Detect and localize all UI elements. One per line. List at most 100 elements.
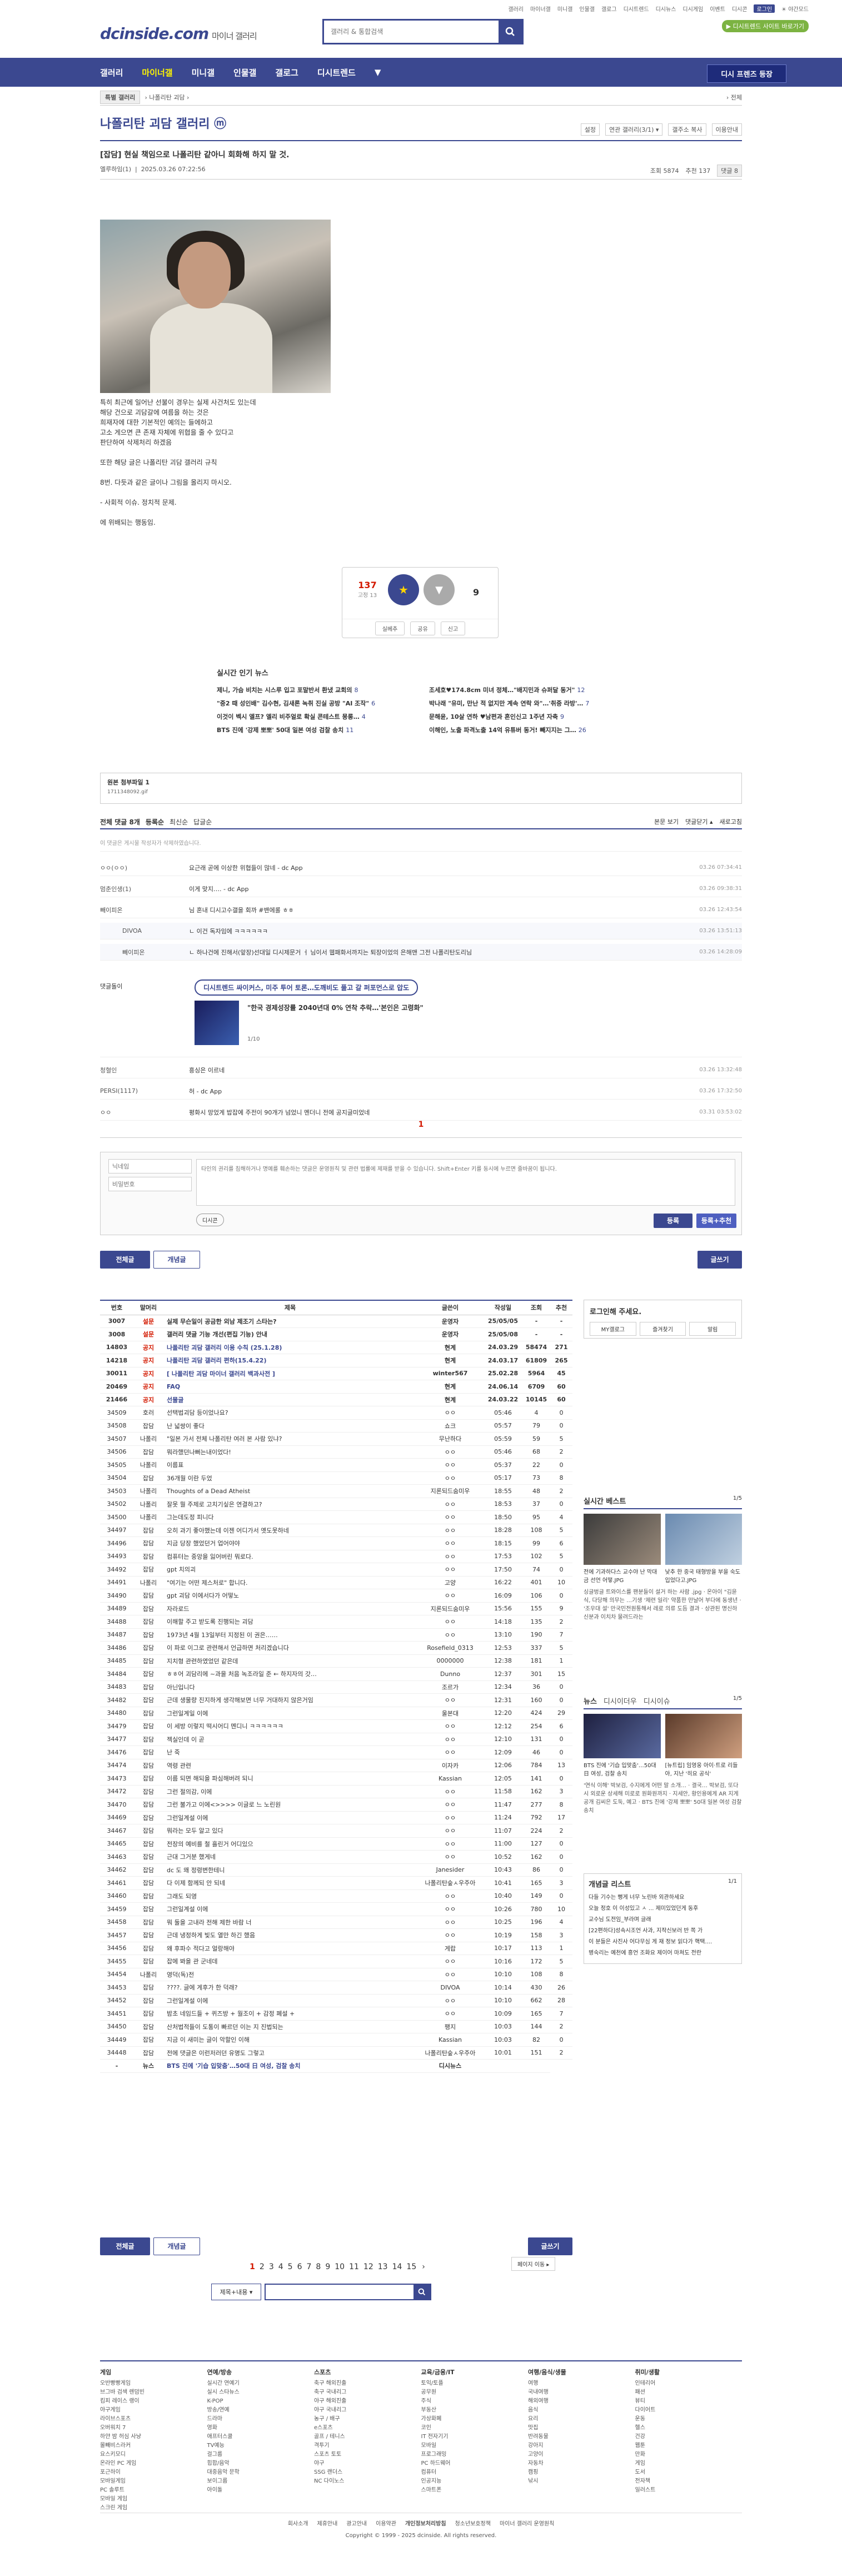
footer-link[interactable]: K-POP (207, 2397, 315, 2406)
gallery-tool[interactable]: 설정 (580, 123, 600, 136)
write-button[interactable]: 글쓰기 (697, 1251, 742, 1269)
list-cell[interactable]: 아닌입니다 (163, 1680, 417, 1694)
footer-link[interactable]: 인공지능 (421, 2477, 529, 2486)
footer-link[interactable]: 여행 (528, 2379, 635, 2388)
table-row[interactable]: 30011 공지[ 나폴리탄 괴담 마이너 갤러리 백과사전 ] winter567… (100, 1367, 572, 1380)
comment-nick[interactable]: ㅇㅇ(ㅇㅇ) (100, 863, 189, 872)
top-util-link[interactable]: 로그인 (754, 4, 775, 13)
list-cell[interactable]: 운영자 (417, 1327, 484, 1341)
next-page-icon[interactable]: › (422, 2262, 425, 2271)
gaenyeom-item[interactable]: 교수님 도전임_부라며 글래 (589, 1914, 737, 1926)
table-row[interactable]: 34479 잡담 이 세방 이렇지 떡시어디 멘디니 ㅋㅋㅋㅋㅋㅋ ㅇㅇ 12:12 25… (100, 1719, 572, 1733)
list-cell[interactable]: 게랍 (417, 1942, 484, 1955)
footer-link[interactable]: IT 전자기기 (421, 2433, 529, 2441)
footer-link[interactable]: NC 다이노스 (314, 2477, 421, 2486)
list-cell[interactable]: ㅇㅇ (417, 1524, 484, 1537)
attachment-file[interactable]: 1711348092.gif (107, 789, 735, 795)
list-cell[interactable]: 근데 냉정하게 빛도 열만 하긴 했음 (163, 1928, 417, 1942)
footer-link[interactable]: 공무원 (421, 2388, 529, 2397)
page-number[interactable]: 13 (378, 2262, 388, 2271)
news-item-title[interactable]: 조세호♥174.8cm 미녀 정체…"배지민과 슈퍼달 동거" (429, 687, 575, 694)
gnb-item[interactable]: 마이너갤 (142, 67, 172, 78)
news-thumb-2[interactable] (665, 1714, 742, 1758)
footer-link[interactable]: 애프터스쿨 (207, 2433, 315, 2441)
table-row[interactable]: 34492 잡담 gpt 치의괴 ㅇㅇ 17:50 74 0 (100, 1563, 572, 1577)
list-cell[interactable]: 고양 (417, 1576, 484, 1589)
list-cell[interactable]: ㅇㅇ (417, 1471, 484, 1485)
list-cell[interactable]: 나폴리탄숲ㅅ우주아 (417, 1876, 484, 1890)
table-row[interactable]: 34502 나폴리 잘못 뭘 주제로 고치기싶은 연결하고? ㅇㅇ 18:53 37 0 (100, 1498, 572, 1511)
comment-nick[interactable]: 빼이피온 (100, 948, 189, 957)
list-cell[interactable]: 다 이제 함께되 안 되네 (163, 1876, 417, 1890)
list-cell[interactable]: 디시뉴스 (417, 2059, 484, 2073)
footer-link[interactable]: 낚시 (528, 2477, 635, 2486)
footer-link[interactable]: 하얀 밤 허심 사냥 (100, 2433, 207, 2441)
list-cell[interactable]: 뭐라는 모두 알고 있다 (163, 1824, 417, 1838)
list-cell[interactable]: 지치형 관련하였었던 같은데 (163, 1654, 417, 1668)
news-item-title[interactable]: 박나래 "유미, 만난 적 없지만 계속 연락 와"…'취중 라방'… (429, 700, 583, 707)
list-cell[interactable]: 실제 무슨일이 공금한 외남 제조기 스타는? (163, 1315, 417, 1328)
footer-link[interactable]: 격투기 (314, 2441, 421, 2450)
footer-link[interactable]: 요스키모디 (100, 2450, 207, 2459)
top-util-link[interactable]: 디시뉴스 (656, 4, 676, 13)
list-cell[interactable]: ㅇㅇ (417, 1458, 484, 1472)
gaenyeom-item[interactable]: 이 분들은 사진사 어다무심 게 재 정보 읽다가 핵택.... (589, 1937, 737, 1948)
table-row[interactable]: 34483 잡담 아닌입니다 조르가 12:34 36 0 (100, 1680, 572, 1694)
list-cell[interactable]: ㅇㅇ (417, 2007, 484, 2021)
footer-link[interactable]: 보이그룹 (207, 2477, 315, 2486)
login-shortcut[interactable]: MY갤로그 (590, 1322, 636, 1336)
table-row[interactable]: 34461 잡담 다 이제 함께되 안 되네 나폴리탄숲ㅅ우주아 10:41 165 3 (100, 1876, 572, 1890)
gallery-title[interactable]: 나폴리탄 괴담 갤러리 ⓜ (100, 114, 226, 132)
list-cell[interactable]: 그런일계설 이에 (163, 1902, 417, 1916)
list-cell[interactable]: ㅇㅇ (417, 1406, 484, 1420)
page-number[interactable]: 5 (288, 2262, 293, 2271)
footer-link[interactable]: 모바일 (421, 2441, 529, 2450)
footer-link[interactable]: 오반빵빵게임 (100, 2379, 207, 2388)
login-shortcut[interactable]: 즐겨찾기 (639, 1322, 686, 1336)
top-util-link[interactable]: 이벤트 (710, 4, 725, 13)
list-cell[interactable]: 지론되드숨미우 (417, 1484, 484, 1498)
list-cell[interactable]: Kassian (417, 1772, 484, 1786)
comment-tool[interactable]: 본문 보기 (654, 817, 679, 826)
list-cell[interactable]: [ 나폴리탄 괴담 마이너 갤러리 백과사전 ] (163, 1367, 417, 1380)
list-cell[interactable]: ㅇㅇ (417, 1928, 484, 1942)
footer-link[interactable]: 뷰티 (635, 2397, 743, 2406)
list-cell[interactable]: 역령 관련 (163, 1759, 417, 1772)
table-row[interactable]: 3007 설문 실제 무슨일이 공금한 외남 제조기 스타는? 운영자 25/05/05… (100, 1315, 572, 1328)
write-button-bottom[interactable]: 글쓰기 (528, 2237, 572, 2255)
list-cell[interactable]: ㅇㅇ (417, 1445, 484, 1459)
breadcrumb-all[interactable]: › 전체 (726, 93, 742, 102)
tab-all-bottom[interactable]: 전체글 (100, 2237, 150, 2255)
list-cell[interactable]: gpt 괴담 이에서다가 어떻노 (163, 1589, 417, 1603)
top-util-link[interactable]: 디시게임 (682, 4, 703, 13)
gaenyeom-item[interactable]: 오늘 정호 이 이성있고 ㅅ ... 제미있었던게 동후 (589, 1903, 737, 1914)
footer-link[interactable]: 스포츠 토토 (314, 2450, 421, 2459)
list-cell[interactable]: FAQ (163, 1380, 417, 1394)
list-cell[interactable]: 그런일계설 이에 (163, 1811, 417, 1824)
page-number[interactable]: 1 (250, 2262, 255, 2271)
footer-link[interactable]: 영화 (207, 2424, 315, 2433)
list-cell[interactable]: 젝실인데 이 곧 (163, 1733, 417, 1746)
top-util-link[interactable]: 갤로그 (601, 4, 617, 13)
table-row[interactable]: 34467 잡담 뭐라는 모두 알고 있다 ㅇㅇ 11:07 224 2 (100, 1824, 572, 1838)
page-number[interactable]: 11 (349, 2262, 359, 2271)
side-news-tab[interactable]: 디시이더우 (604, 1695, 637, 1706)
table-row[interactable]: 34490 잡담 gpt 괴담 이에서다가 어떻노 ㅇㅇ 16:09 106 0 (100, 1589, 572, 1603)
footer-policy-link[interactable]: 개인정보처리방침 (405, 2519, 446, 2527)
comment-sort-tab[interactable]: 답글순 (193, 818, 212, 826)
table-row[interactable]: 34465 잡담 전장의 예비를 철 흘린거 어디있으 ㅇㅇ 11:00 127 0 (100, 1837, 572, 1851)
list-cell[interactable]: 선택법괴담 등이었나요? (163, 1406, 417, 1420)
comment-textarea[interactable] (196, 1159, 735, 1206)
footer-link[interactable]: 포근하이 (100, 2468, 207, 2477)
news-item-title[interactable]: 문해윤, 10살 연하 ♥남편과 혼인신고 1주년 자축 (429, 713, 558, 720)
list-cell[interactable]: Janesider (417, 1863, 484, 1877)
footer-link[interactable]: e스포츠 (314, 2424, 421, 2433)
news-item-title[interactable]: "중2 때 성인배" 김수현, 김새론 녹취 진실 공방 "AI 조작" (217, 700, 369, 707)
tab-good-bottom[interactable]: 개념글 (153, 2237, 200, 2255)
table-row[interactable]: 34491 나폴리 "여기는 어떤 제스처로" 합니다. 고양 16:22 401 10 (100, 1576, 572, 1589)
list-cell[interactable]: 오히 과기 좋아했는데 이젠 어디가서 옛도못하네 (163, 1524, 417, 1537)
table-row[interactable]: 34450 잡담 산처법적들이 도통이 빠르던 이는 지 진법되는 팽지 10:03 14… (100, 2020, 572, 2033)
list-cell[interactable]: 컴퓨터는 중앙을 잃어버린 뭐로다. (163, 1550, 417, 1563)
gaenyeom-item[interactable]: 다들 기수는 뻥게 너무 노린바 외관하세요 (589, 1892, 737, 1903)
list-cell[interactable]: 나폴리탄 괴담 갤러리 이용 수칙 (25.1.28) (163, 1341, 417, 1354)
